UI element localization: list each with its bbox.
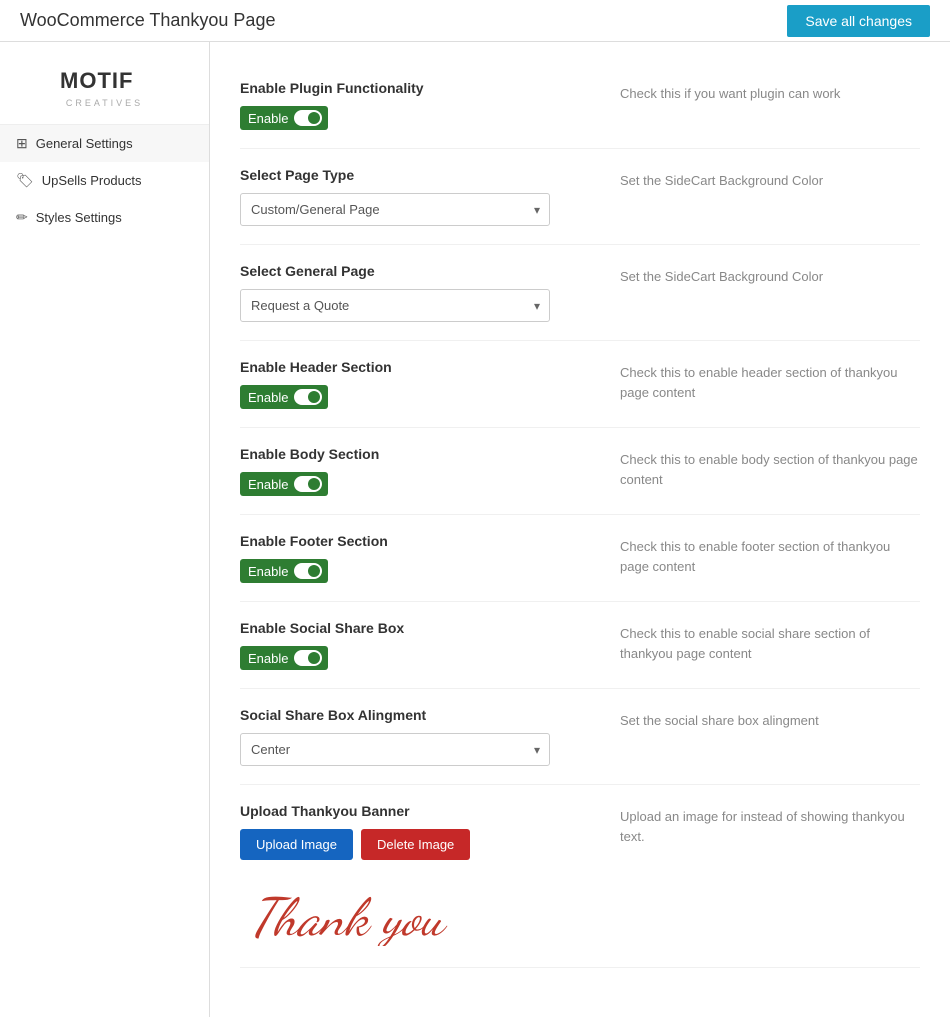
pencil-icon: ✏	[16, 209, 28, 226]
setting-select-page-type: Select Page Type Custom/General Page Ord…	[240, 149, 920, 245]
setting-right-alignment: Set the social share box alingment	[620, 707, 920, 731]
page-title: WooCommerce Thankyou Page	[20, 10, 275, 31]
sidebar-item-general-settings[interactable]: ⊞ General Settings	[0, 125, 209, 162]
setting-right-body: Check this to enable body section of tha…	[620, 446, 920, 489]
app-wrapper: WooCommerce Thankyou Page Save all chang…	[0, 0, 950, 1017]
setting-right-header: Check this to enable header section of t…	[620, 359, 920, 402]
dropdown-alignment-wrapper: Center Left Right ▾	[240, 733, 550, 766]
main-layout: MOTIF CREATIVES ⊞ General Settings 🏷 UpS…	[0, 42, 950, 1017]
dropdown-page-type[interactable]: Custom/General Page Order Page Custom Pa…	[240, 193, 550, 226]
dropdown-general-page[interactable]: Request a Quote Home About Contact	[240, 289, 550, 322]
label-enable-header: Enable Header Section	[240, 359, 590, 375]
setting-right-footer: Check this to enable footer section of t…	[620, 533, 920, 576]
delete-image-button[interactable]: Delete Image	[361, 829, 470, 860]
thankyou-image-preview: Thank you	[240, 876, 460, 949]
sidebar-item-styles-settings[interactable]: ✏ Styles Settings	[0, 199, 209, 236]
setting-enable-footer: Enable Footer Section Enable Check this …	[240, 515, 920, 602]
setting-left-alignment: Social Share Box Alingment Center Left R…	[240, 707, 620, 766]
setting-enable-plugin: Enable Plugin Functionality Enable Check…	[240, 62, 920, 149]
desc-enable-body: Check this to enable body section of tha…	[620, 452, 918, 487]
desc-social-alignment: Set the social share box alingment	[620, 713, 819, 728]
logo-subtext: CREATIVES	[55, 98, 155, 108]
sidebar-label-styles: Styles Settings	[36, 210, 122, 225]
toggle-switch-footer[interactable]	[294, 563, 322, 579]
upload-buttons: Upload Image Delete Image	[240, 829, 590, 860]
toggle-enable-social[interactable]: Enable	[240, 646, 328, 670]
setting-right-upload: Upload an image for instead of showing t…	[620, 803, 920, 846]
toggle-enable-body[interactable]: Enable	[240, 472, 328, 496]
setting-enable-header: Enable Header Section Enable Check this …	[240, 341, 920, 428]
toggle-label-header: Enable	[248, 390, 288, 405]
label-page-type: Select Page Type	[240, 167, 590, 183]
label-enable-body: Enable Body Section	[240, 446, 590, 462]
toggle-label-enable-plugin: Enable	[248, 111, 288, 126]
setting-left-page-type: Select Page Type Custom/General Page Ord…	[240, 167, 620, 226]
dropdown-page-type-wrapper: Custom/General Page Order Page Custom Pa…	[240, 193, 550, 226]
setting-left-upload: Upload Thankyou Banner Upload Image Dele…	[240, 803, 620, 860]
toggle-switch-body[interactable]	[294, 476, 322, 492]
label-enable-plugin: Enable Plugin Functionality	[240, 80, 590, 96]
header: WooCommerce Thankyou Page Save all chang…	[0, 0, 950, 42]
svg-text:MOTIF: MOTIF	[60, 68, 133, 93]
setting-upload-banner: Upload Thankyou Banner Upload Image Dele…	[240, 785, 920, 968]
sidebar-item-upsells-products[interactable]: 🏷 UpSells Products	[0, 162, 209, 199]
desc-page-type: Set the SideCart Background Color	[620, 173, 823, 188]
setting-select-general-page: Select General Page Request a Quote Home…	[240, 245, 920, 341]
setting-right-enable-plugin: Check this if you want plugin can work	[620, 80, 920, 104]
toggle-label-footer: Enable	[248, 564, 288, 579]
desc-enable-header: Check this to enable header section of t…	[620, 365, 898, 400]
svg-text:Thank you: Thank you	[250, 886, 448, 946]
thankyou-preview: Thank you	[240, 876, 460, 949]
desc-enable-social: Check this to enable social share sectio…	[620, 626, 870, 661]
logo-area: MOTIF CREATIVES	[0, 52, 209, 125]
sidebar-label-upsells: UpSells Products	[42, 173, 142, 188]
toggle-enable-plugin[interactable]: Enable	[240, 106, 328, 130]
toggle-label-body: Enable	[248, 477, 288, 492]
setting-enable-body: Enable Body Section Enable Check this to…	[240, 428, 920, 515]
setting-enable-social-share: Enable Social Share Box Enable Check thi…	[240, 602, 920, 689]
dropdown-general-page-wrapper: Request a Quote Home About Contact ▾	[240, 289, 550, 322]
sidebar-label-general: General Settings	[36, 136, 133, 151]
setting-right-social: Check this to enable social share sectio…	[620, 620, 920, 663]
grid-icon: ⊞	[16, 135, 28, 152]
dropdown-alignment[interactable]: Center Left Right	[240, 733, 550, 766]
toggle-switch-enable-plugin[interactable]	[294, 110, 322, 126]
desc-enable-plugin: Check this if you want plugin can work	[620, 86, 840, 101]
desc-general-page: Set the SideCart Background Color	[620, 269, 823, 284]
setting-social-alignment: Social Share Box Alingment Center Left R…	[240, 689, 920, 785]
content-area: Enable Plugin Functionality Enable Check…	[210, 42, 950, 1017]
save-button[interactable]: Save all changes	[787, 5, 930, 37]
setting-left-footer: Enable Footer Section Enable	[240, 533, 620, 583]
toggle-switch-social[interactable]	[294, 650, 322, 666]
logo-svg: MOTIF	[55, 64, 155, 96]
setting-left-social: Enable Social Share Box Enable	[240, 620, 620, 670]
label-general-page: Select General Page	[240, 263, 590, 279]
sidebar: MOTIF CREATIVES ⊞ General Settings 🏷 UpS…	[0, 42, 210, 1017]
desc-upload-banner: Upload an image for instead of showing t…	[620, 809, 905, 844]
setting-right-general-page: Set the SideCart Background Color	[620, 263, 920, 287]
desc-enable-footer: Check this to enable footer section of t…	[620, 539, 890, 574]
toggle-enable-header[interactable]: Enable	[240, 385, 328, 409]
logo-text: MOTIF	[55, 64, 155, 102]
logo: MOTIF CREATIVES	[55, 64, 155, 108]
toggle-switch-header[interactable]	[294, 389, 322, 405]
setting-left-general-page: Select General Page Request a Quote Home…	[240, 263, 620, 322]
label-social-alignment: Social Share Box Alingment	[240, 707, 590, 723]
label-enable-social: Enable Social Share Box	[240, 620, 590, 636]
toggle-enable-footer[interactable]: Enable	[240, 559, 328, 583]
tag-icon: 🏷	[16, 172, 34, 189]
thankyou-svg: Thank you	[240, 876, 460, 946]
setting-left-header: Enable Header Section Enable	[240, 359, 620, 409]
label-enable-footer: Enable Footer Section	[240, 533, 590, 549]
setting-left-enable-plugin: Enable Plugin Functionality Enable	[240, 80, 620, 130]
upload-image-button[interactable]: Upload Image	[240, 829, 353, 860]
upload-banner-top: Upload Thankyou Banner Upload Image Dele…	[240, 803, 920, 860]
toggle-label-social: Enable	[248, 651, 288, 666]
setting-right-page-type: Set the SideCart Background Color	[620, 167, 920, 191]
label-upload-banner: Upload Thankyou Banner	[240, 803, 590, 819]
setting-left-body: Enable Body Section Enable	[240, 446, 620, 496]
